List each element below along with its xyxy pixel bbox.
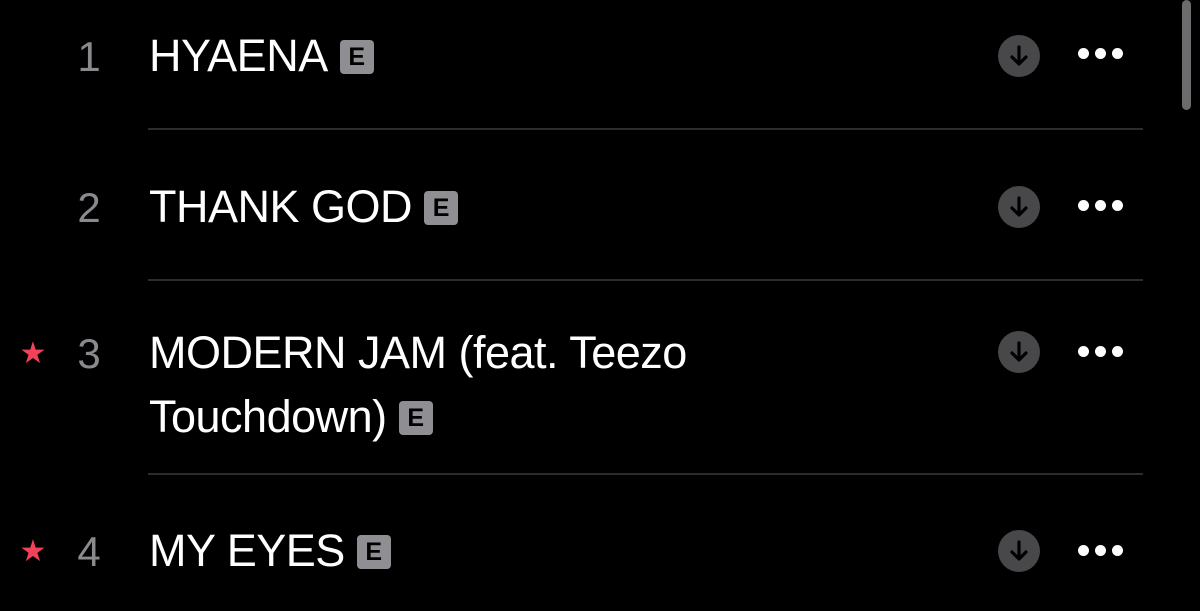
track-number: 2 bbox=[77, 184, 101, 231]
track-number: 4 bbox=[77, 528, 101, 575]
track-list: 1 HYAENA E 2 THANK GOD E ★ 3 MODERN JAM … bbox=[0, 0, 1200, 611]
more-icon-dot bbox=[1095, 545, 1106, 556]
track-row-4[interactable]: ★ 4 MY EYES E bbox=[0, 475, 1200, 611]
more-options-button[interactable] bbox=[1074, 542, 1128, 562]
download-icon bbox=[1010, 540, 1028, 561]
download-button[interactable] bbox=[998, 186, 1040, 228]
track-title-text: HYAENA bbox=[149, 30, 328, 81]
track-row-1[interactable]: 1 HYAENA E bbox=[0, 0, 1200, 130]
more-icon bbox=[1078, 48, 1089, 59]
track-title-text: MY EYES bbox=[149, 525, 345, 576]
more-icon bbox=[1078, 545, 1089, 556]
explicit-badge: E bbox=[356, 535, 391, 569]
download-icon bbox=[1010, 196, 1028, 217]
track-number: 1 bbox=[77, 33, 101, 80]
more-icon bbox=[1078, 346, 1089, 357]
download-button[interactable] bbox=[998, 331, 1040, 373]
more-icon-dot bbox=[1112, 200, 1123, 211]
track-title: MODERN JAM (feat. Teezo Touchdown) E bbox=[149, 321, 789, 449]
star-icon: ★ bbox=[19, 535, 47, 568]
track-title-line-1: MODERN JAM (feat. Teezo bbox=[149, 327, 687, 378]
more-icon-dot bbox=[1095, 200, 1106, 211]
track-row-3[interactable]: ★ 3 MODERN JAM (feat. Teezo Touchdown) E bbox=[0, 281, 1200, 475]
track-title: THANK GOD E bbox=[149, 175, 789, 239]
more-icon bbox=[1078, 200, 1089, 211]
more-icon-dot bbox=[1095, 346, 1106, 357]
track-number: 3 bbox=[77, 330, 101, 377]
track-row-2[interactable]: 2 THANK GOD E bbox=[0, 130, 1200, 280]
download-icon bbox=[1010, 45, 1028, 66]
more-options-button[interactable] bbox=[1074, 197, 1128, 217]
scrollbar[interactable] bbox=[1182, 0, 1191, 110]
explicit-badge: E bbox=[424, 191, 459, 225]
track-title: MY EYES E bbox=[149, 519, 789, 583]
explicit-badge: E bbox=[398, 401, 433, 435]
track-title-text: Touchdown) bbox=[149, 391, 387, 442]
star-icon: ★ bbox=[19, 337, 47, 370]
more-icon-dot bbox=[1112, 346, 1123, 357]
track-title-line-2: Touchdown) E bbox=[149, 385, 789, 449]
track-title: HYAENA E bbox=[149, 24, 789, 88]
explicit-badge: E bbox=[339, 40, 374, 74]
more-options-button[interactable] bbox=[1074, 45, 1128, 65]
more-icon-dot bbox=[1095, 48, 1106, 59]
more-icon-dot bbox=[1112, 545, 1123, 556]
download-button[interactable] bbox=[998, 35, 1040, 77]
download-button[interactable] bbox=[998, 530, 1040, 572]
more-options-button[interactable] bbox=[1074, 343, 1128, 363]
more-icon-dot bbox=[1112, 48, 1123, 59]
download-icon bbox=[1010, 341, 1028, 362]
track-title-text: THANK GOD bbox=[149, 181, 413, 232]
